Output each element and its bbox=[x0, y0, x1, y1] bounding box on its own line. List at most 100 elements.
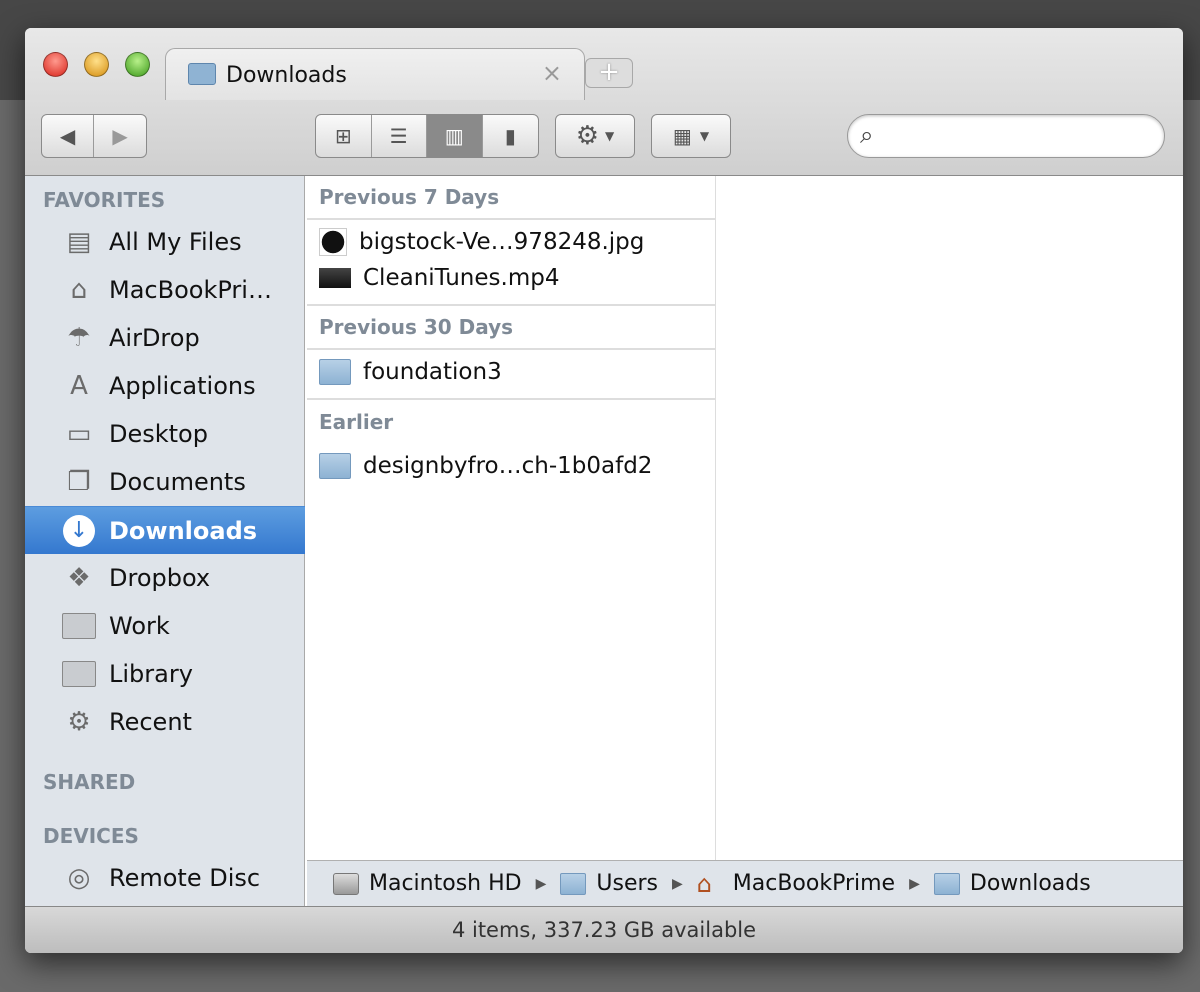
back-button[interactable]: ◀ bbox=[42, 115, 95, 157]
minimize-window-button[interactable] bbox=[84, 52, 109, 77]
sidebar-item-macbookprime[interactable]: ⌂ MacBookPrime bbox=[25, 266, 305, 314]
folder-icon bbox=[319, 359, 351, 385]
file-name: foundation3 bbox=[363, 359, 502, 385]
path-separator-icon: ▶ bbox=[535, 875, 547, 892]
folder-icon bbox=[61, 608, 97, 644]
titlebar-toolbar: Downloads × + ◀ ▶ ⊞ ☰ ▥ ▮ ⚙ ▼ ▦ ▼ ⌕ bbox=[25, 28, 1183, 176]
list-item[interactable]: designbyfro…ch-1b0afd2 bbox=[307, 448, 715, 484]
image-thumbnail-icon bbox=[319, 228, 347, 256]
sidebar-item-label: Work bbox=[109, 612, 170, 640]
file-group: bigstock-Ve…978248.jpg CleaniTunes.mp4 bbox=[307, 220, 715, 306]
status-bar: 4 items, 337.23 GB available bbox=[25, 906, 1183, 953]
path-item[interactable]: Macintosh HD bbox=[369, 871, 522, 896]
close-tab-icon[interactable]: × bbox=[542, 59, 562, 87]
home-icon: ⌂ bbox=[696, 869, 712, 898]
path-item[interactable]: Users bbox=[596, 871, 658, 896]
group-header: Earlier bbox=[319, 410, 394, 434]
tab-downloads[interactable]: Downloads × bbox=[165, 48, 585, 100]
close-window-button[interactable] bbox=[43, 52, 68, 77]
column-view-button[interactable]: ▥ bbox=[427, 115, 483, 157]
file-name: bigstock-Ve…978248.jpg bbox=[359, 229, 645, 255]
devices-header: DEVICES bbox=[43, 824, 139, 848]
zoom-window-button[interactable] bbox=[125, 52, 150, 77]
columns-icon: ▥ bbox=[444, 124, 464, 148]
sidebar-item-label: Recent bbox=[109, 708, 192, 736]
chevron-down-icon: ▼ bbox=[605, 129, 615, 143]
downloads-folder-icon bbox=[188, 63, 216, 85]
home-icon: ⌂ bbox=[70, 275, 88, 305]
coverflow-icon: ▮ bbox=[504, 124, 516, 148]
icon-view-button[interactable]: ⊞ bbox=[316, 115, 372, 157]
sidebar-item-documents[interactable]: ❐ Documents bbox=[25, 458, 305, 506]
all-files-icon: ▤ bbox=[66, 227, 92, 257]
folder-icon bbox=[61, 656, 97, 692]
file-group: foundation3 bbox=[307, 350, 715, 400]
file-name: designbyfro…ch-1b0afd2 bbox=[363, 453, 653, 479]
sidebar-item-dropbox[interactable]: ❖ Dropbox bbox=[25, 554, 305, 602]
group-header: Previous 7 Days bbox=[307, 176, 715, 220]
sidebar-item-label: Applications bbox=[109, 372, 256, 400]
new-tab-button[interactable]: + bbox=[585, 58, 633, 88]
search-input[interactable]: ⌕ bbox=[847, 114, 1165, 158]
sidebar-item-all-my-files[interactable]: ▤ All My Files bbox=[25, 218, 305, 266]
tab-title: Downloads bbox=[226, 63, 347, 88]
path-item[interactable]: MacBookPrime bbox=[733, 871, 895, 896]
sidebar-item-library[interactable]: Library bbox=[25, 650, 305, 698]
gear-icon: ⚙ bbox=[575, 121, 600, 151]
search-icon: ⌕ bbox=[860, 121, 874, 149]
list-icon: ☰ bbox=[389, 124, 408, 148]
downloads-icon: ↓ bbox=[61, 513, 97, 549]
dropbox-icon: ❖ bbox=[67, 563, 91, 593]
path-bar: Macintosh HD ▶ Users ▶ ⌂ MacBookPrime ▶ Down… bbox=[307, 860, 1183, 906]
file-column: Previous 7 Days bigstock-Ve…978248.jpg C… bbox=[307, 176, 716, 860]
downloads-folder-icon bbox=[933, 872, 960, 895]
path-separator-icon: ▶ bbox=[909, 875, 920, 892]
documents-icon: ❐ bbox=[67, 467, 91, 497]
arrange-menu-button[interactable]: ▦ ▼ bbox=[651, 114, 731, 158]
gear-icon: ⚙ bbox=[67, 707, 91, 737]
sidebar-item-label: Remote Disc bbox=[109, 864, 261, 892]
path-item[interactable]: Downloads bbox=[970, 871, 1091, 896]
favorites-header: FAVORITES bbox=[43, 188, 166, 212]
sidebar-item-label: AirDrop bbox=[109, 324, 200, 352]
folder-icon bbox=[319, 453, 351, 479]
hard-drive-icon bbox=[333, 872, 359, 895]
sidebar-item-work[interactable]: Work bbox=[25, 602, 305, 650]
group-header: Previous 30 Days bbox=[307, 306, 715, 350]
sidebar-item-label: Downloads bbox=[109, 516, 258, 545]
applications-icon: A bbox=[70, 371, 88, 401]
list-item[interactable]: bigstock-Ve…978248.jpg bbox=[307, 224, 715, 260]
sidebar-item-applications[interactable]: A Applications bbox=[25, 362, 305, 410]
coverflow-view-button[interactable]: ▮ bbox=[483, 115, 539, 157]
sidebar-item-label: Desktop bbox=[109, 420, 208, 448]
finder-window: Downloads × + ◀ ▶ ⊞ ☰ ▥ ▮ ⚙ ▼ ▦ ▼ ⌕ FAVORI… bbox=[25, 28, 1183, 953]
sidebar-item-recent[interactable]: ⚙ Recent bbox=[25, 698, 305, 746]
folder-icon bbox=[560, 872, 587, 895]
arrange-icon: ▦ bbox=[672, 124, 692, 148]
video-thumbnail-icon bbox=[319, 268, 351, 288]
sidebar-item-label: All My Files bbox=[109, 228, 242, 256]
sidebar-item-downloads[interactable]: ↓ Downloads bbox=[25, 506, 305, 554]
file-group: designbyfro…ch-1b0afd2 bbox=[307, 444, 715, 484]
grid-icon: ⊞ bbox=[334, 124, 352, 148]
desktop-icon: ▭ bbox=[66, 419, 92, 449]
view-mode-control: ⊞ ☰ ▥ ▮ bbox=[315, 114, 539, 158]
sidebar-item-desktop[interactable]: ▭ Desktop bbox=[25, 410, 305, 458]
path-separator-icon: ▶ bbox=[671, 875, 683, 892]
list-item[interactable]: foundation3 bbox=[307, 354, 715, 390]
shared-header: SHARED bbox=[43, 770, 136, 794]
sidebar-item-label: Library bbox=[109, 660, 193, 688]
file-name: CleaniTunes.mp4 bbox=[363, 265, 560, 291]
sidebar-item-label: Dropbox bbox=[109, 564, 211, 592]
list-view-button[interactable]: ☰ bbox=[372, 115, 427, 157]
disc-icon: ◎ bbox=[67, 863, 91, 893]
action-menu-button[interactable]: ⚙ ▼ bbox=[555, 114, 635, 158]
sidebar-item-label: MacBookPrime bbox=[109, 276, 284, 304]
chevron-down-icon: ▼ bbox=[699, 129, 710, 143]
back-forward-control: ◀ ▶ bbox=[41, 114, 147, 158]
forward-button[interactable]: ▶ bbox=[94, 115, 146, 157]
airdrop-icon: ☂ bbox=[67, 323, 91, 353]
sidebar-item-remote-disc[interactable]: ◎ Remote Disc bbox=[25, 854, 305, 902]
list-item[interactable]: CleaniTunes.mp4 bbox=[307, 260, 715, 296]
sidebar-item-airdrop[interactable]: ☂ AirDrop bbox=[25, 314, 305, 362]
